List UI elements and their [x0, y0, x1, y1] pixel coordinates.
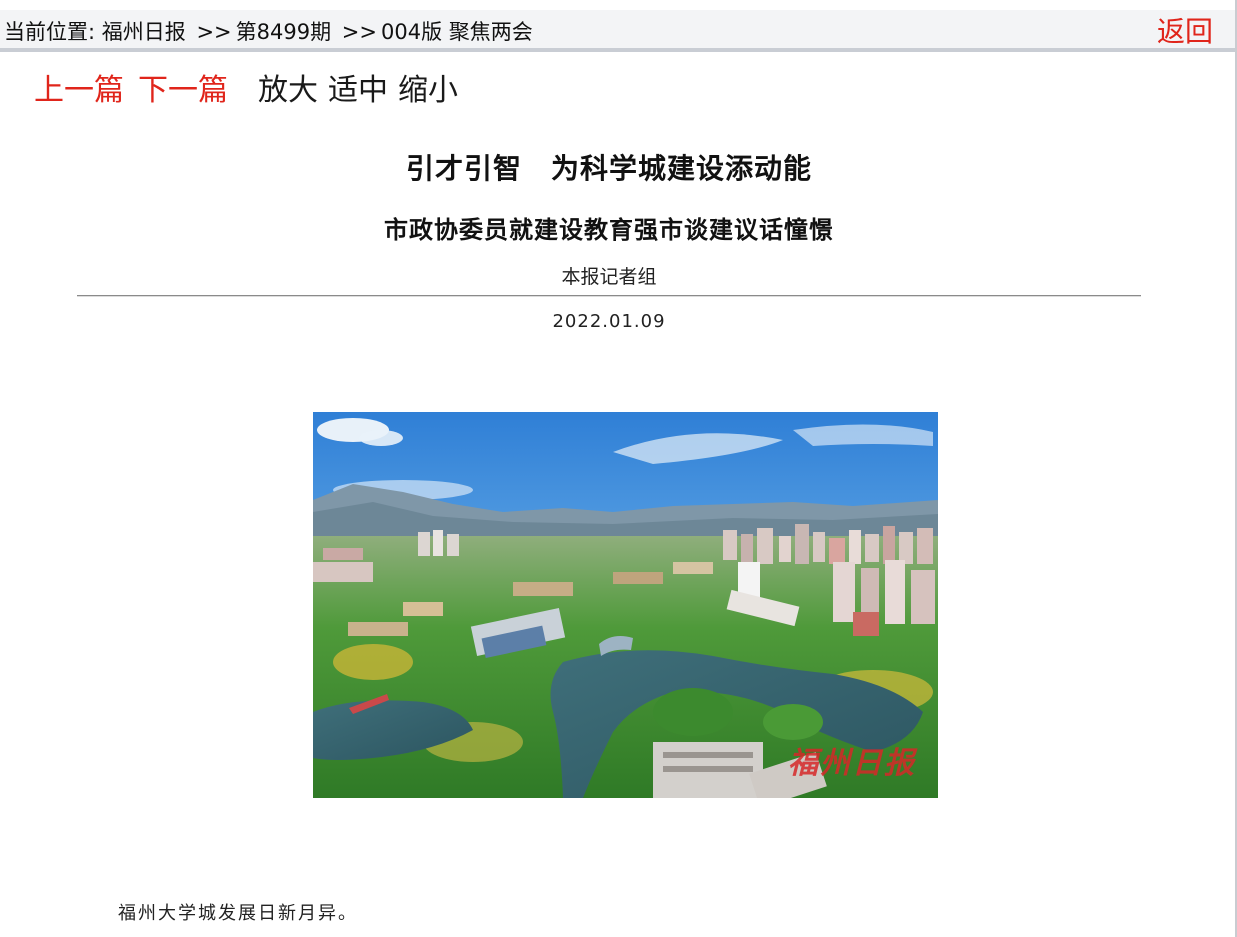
breadcrumb-section[interactable]: 004版 聚焦两会 — [381, 19, 533, 45]
breadcrumb-paper[interactable]: 福州日报 — [102, 19, 186, 45]
next-article-link[interactable]: 下一篇 — [138, 72, 228, 110]
location-bar: 当前位置: 福州日报 >> 第8499期 >> 004版 聚焦两会 返回 — [0, 10, 1235, 52]
article-nav: 上一篇 下一篇 放大 适中 缩小 — [34, 72, 458, 112]
prev-article-link[interactable]: 上一篇 — [34, 72, 124, 110]
photo-watermark: 福州日报 — [788, 746, 916, 781]
zoom-fit-link[interactable]: 适中 — [328, 72, 388, 110]
divider — [77, 295, 1141, 297]
zoom-out-link[interactable]: 缩小 — [398, 72, 458, 110]
breadcrumb-issue[interactable]: 第8499期 — [236, 19, 331, 45]
breadcrumb-prefix: 当前位置: — [4, 20, 96, 44]
breadcrumb-separator: >> — [341, 20, 377, 44]
back-link[interactable]: 返回 — [1157, 16, 1213, 48]
zoom-in-link[interactable]: 放大 — [258, 72, 318, 110]
page: 当前位置: 福州日报 >> 第8499期 >> 004版 聚焦两会 返回 上一篇 下一… — [0, 0, 1237, 937]
article-title: 引才引智 为科学城建设添动能 — [405, 152, 812, 185]
article-subtitle: 市政协委员就建设教育强市谈建议话憧憬 — [384, 216, 834, 244]
photo-caption: 福州大学城发展日新月异。 — [118, 903, 358, 924]
breadcrumb: 当前位置: 福州日报 >> 第8499期 >> 004版 聚焦两会 — [4, 19, 533, 45]
breadcrumb-separator: >> — [196, 20, 232, 44]
article-author: 本报记者组 — [561, 266, 657, 288]
article-date: 2022.01.09 — [552, 311, 666, 332]
article-photo: 福州日报 — [313, 412, 938, 798]
